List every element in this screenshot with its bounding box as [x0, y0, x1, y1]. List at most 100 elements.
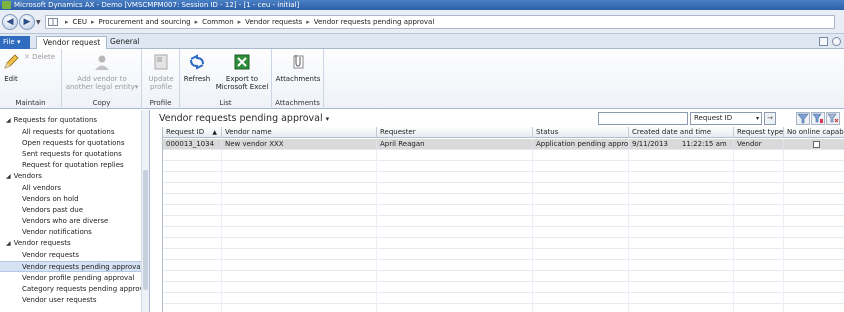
empty-row [163, 216, 844, 227]
file-menu-button[interactable]: File ▾ [0, 36, 30, 49]
excel-icon [234, 54, 250, 70]
nav-section-vendor-requests[interactable]: ◢ Vendor requests [6, 239, 71, 247]
chevron-down-icon: ▾ [755, 115, 759, 122]
cell-status[interactable]: Application pending approval [533, 139, 629, 150]
nav-item-vendors-diverse[interactable]: Vendors who are diverse [0, 216, 141, 227]
cell-request-id[interactable]: 000013_1034 [163, 139, 222, 150]
chevron-right-icon: ▸ [306, 18, 310, 26]
column-header-status[interactable]: Status [533, 127, 629, 138]
cell-requester[interactable]: April Reagan [377, 139, 533, 150]
empty-row [163, 282, 844, 293]
ribbon-tab-row: File ▾ Vendor request General [0, 34, 844, 49]
person-icon [95, 55, 109, 70]
export-to-excel-button[interactable]: Export to Microsoft Excel [214, 53, 270, 91]
ribbon-group-list: Refresh Export to Microsoft Excel List [180, 49, 272, 109]
column-header-requester[interactable]: Requester [377, 127, 533, 138]
column-divider [376, 150, 377, 312]
column-divider [628, 150, 629, 312]
no-online-capability-checkbox[interactable] [813, 140, 820, 148]
sort-ascending-icon: ▲ [212, 129, 217, 136]
refresh-icon [190, 54, 204, 70]
column-header-created-date-time[interactable]: Created date and time [629, 127, 734, 138]
nav-item-vendors-past-due[interactable]: Vendors past due [0, 205, 141, 216]
paperclip-icon [293, 55, 304, 69]
ribbon-group-attachments: Attachments Attachments [272, 49, 324, 109]
clear-filter-icon[interactable] [826, 112, 840, 125]
list-page: Vendor requests pending approval ▾ Reque… [150, 110, 844, 312]
column-divider [783, 150, 784, 312]
empty-row [163, 238, 844, 249]
address-bar: ◀ ▶ ▼ ▸ CEU ▸ Procurement and sourcing ▸… [0, 10, 844, 34]
nav-item-vendor-requests[interactable]: Vendor requests [0, 250, 141, 261]
ribbon-group-label: Attachments [275, 99, 320, 107]
cell-created-date-time[interactable]: 9/11/2013 11:22:15 am [629, 139, 734, 150]
column-header-vendor-name[interactable]: Vendor name [222, 127, 377, 138]
nav-item-open-rfqs[interactable]: Open requests for quotations [0, 138, 141, 149]
nav-section-requests-for-quotations[interactable]: ◢ Requests for quotations [6, 116, 97, 124]
empty-row [163, 172, 844, 183]
breadcrumb-item[interactable]: CEU [73, 18, 87, 26]
advanced-filter-icon[interactable] [811, 112, 825, 125]
table-row[interactable]: 000013_1034 New vendor XXX April Reagan … [163, 139, 844, 150]
forward-button[interactable]: ▶ [19, 14, 35, 30]
nav-item-vendor-user-requests[interactable]: Vendor user requests [0, 295, 141, 306]
chevron-right-icon: ▸ [194, 18, 199, 26]
data-grid: Request ID ▲ Vendor name Requester Status… [162, 127, 844, 312]
nav-item-vendor-requests-pending-approval[interactable]: Vendor requests pending approval [0, 261, 143, 272]
navigation-pane: ◢ Requests for quotations All requests fo… [0, 110, 150, 312]
scrollbar-thumb[interactable] [143, 170, 148, 290]
empty-row [163, 227, 844, 238]
close-icon: ✕ [24, 53, 30, 61]
nav-section-vendors[interactable]: ◢ Vendors [6, 172, 42, 180]
grid-icon [48, 18, 58, 26]
nav-item-vendor-notifications[interactable]: Vendor notifications [0, 227, 141, 238]
layout-icon[interactable] [819, 37, 828, 46]
list-page-title[interactable]: Vendor requests pending approval ▾ [159, 113, 329, 124]
breadcrumb-item[interactable]: Vendor requests pending approval [314, 18, 435, 26]
empty-row [163, 161, 844, 172]
quick-filter-field-select[interactable]: Request ID ▾ [690, 112, 762, 125]
help-icon[interactable] [832, 37, 841, 46]
nav-item-vendor-profile-pending-approval[interactable]: Vendor profile pending approval [0, 273, 141, 284]
history-dropdown-icon[interactable]: ▼ [36, 19, 41, 26]
edit-button[interactable]: Edit [2, 53, 20, 83]
refresh-button[interactable]: Refresh [182, 53, 212, 83]
tab-vendor-request[interactable]: Vendor request [36, 36, 108, 49]
breadcrumb[interactable]: ▸ CEU ▸ Procurement and sourcing ▸ Commo… [45, 15, 835, 29]
grid-header: Request ID ▲ Vendor name Requester Status… [163, 127, 844, 138]
column-header-request-type[interactable]: Request type [734, 127, 784, 138]
update-profile-button[interactable]: Update profile [144, 53, 178, 91]
breadcrumb-item[interactable]: Common [202, 18, 234, 26]
window-title-bar: Microsoft Dynamics AX - Demo [VMSCMPM007… [0, 0, 844, 10]
empty-row [163, 183, 844, 194]
nav-item-all-vendors[interactable]: All vendors [0, 183, 141, 194]
tab-general[interactable]: General [104, 36, 146, 49]
empty-row [163, 260, 844, 271]
back-button[interactable]: ◀ [2, 14, 18, 30]
column-header-no-online-capability[interactable]: No online capabilit [784, 127, 844, 138]
nav-item-all-rfqs[interactable]: All requests for quotations [0, 127, 141, 138]
column-divider [532, 150, 533, 312]
chevron-right-icon: ▸ [90, 18, 95, 26]
cell-no-online-capability[interactable] [784, 139, 844, 150]
breadcrumb-item[interactable]: Vendor requests [245, 18, 302, 26]
quick-filter-input[interactable] [598, 112, 688, 125]
attachments-button[interactable]: Attachments [274, 53, 322, 83]
cell-vendor-name[interactable]: New vendor XXX [222, 139, 377, 150]
column-header-request-id[interactable]: Request ID ▲ [163, 127, 222, 138]
filter-go-button[interactable]: → [764, 112, 776, 125]
nav-item-vendors-on-hold[interactable]: Vendors on hold [0, 194, 141, 205]
dynamics-app-icon [2, 1, 11, 9]
delete-button[interactable]: ✕ Delete [24, 53, 55, 61]
ribbon-group-label: Profile [149, 99, 172, 107]
nav-item-rfq-replies[interactable]: Request for quotation replies [0, 160, 141, 171]
add-vendor-to-legal-entity-button[interactable]: Add vendor to another legal entity▾ [64, 53, 140, 91]
filter-icon[interactable] [796, 112, 810, 125]
empty-row [163, 205, 844, 216]
breadcrumb-item[interactable]: Procurement and sourcing [98, 18, 190, 26]
chevron-down-icon: ▾ [325, 115, 330, 123]
nav-scrollbar[interactable] [141, 110, 149, 312]
cell-request-type[interactable]: Vendor [734, 139, 784, 150]
nav-item-sent-rfqs[interactable]: Sent requests for quotations [0, 149, 141, 160]
nav-item-category-requests-pending-approval[interactable]: Category requests pending approval [0, 284, 149, 295]
